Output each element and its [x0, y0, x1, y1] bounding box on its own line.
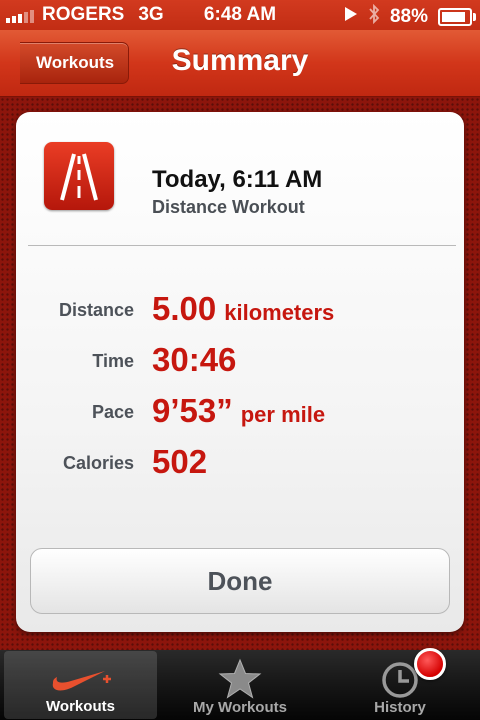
divider	[28, 245, 456, 246]
stat-row-calories: Calories 502	[16, 443, 464, 483]
stat-label: Distance	[58, 300, 134, 320]
stat-value: 502	[152, 443, 208, 480]
workout-type: Distance Workout	[152, 197, 305, 217]
workout-date-time: Today, 6:11 AM	[152, 166, 323, 193]
tab-bar: Workouts My Workouts History	[0, 650, 480, 720]
stat-value: 5.00 kilometers	[152, 290, 335, 327]
stat-unit: per mile	[240, 402, 326, 427]
summary-card: Today, 6:11 AM Distance Workout Distance…	[16, 112, 464, 632]
stat-row-distance: Distance 5.00 kilometers	[16, 290, 464, 330]
star-icon	[218, 658, 262, 705]
tab-workouts[interactable]: Workouts	[4, 651, 157, 719]
play-icon	[344, 6, 358, 28]
tab-label: Workouts	[46, 698, 115, 715]
status-time: 6:48 AM	[203, 4, 277, 25]
tab-label: History	[374, 699, 426, 716]
tab-label: My Workouts	[193, 699, 287, 716]
navigation-bar: Workouts Summary	[0, 30, 480, 97]
bluetooth-icon	[368, 3, 380, 30]
stat-row-pace: Pace 9’53” per mile	[16, 392, 464, 432]
tab-my-workouts[interactable]: My Workouts	[160, 650, 320, 720]
notification-badge	[414, 648, 446, 680]
status-bar: ROGERS 3G 6:48 AM 88%	[0, 0, 480, 30]
stat-row-time: Time 30:46	[16, 341, 464, 381]
stat-label: Time	[92, 351, 134, 371]
battery-icon	[438, 8, 476, 26]
battery-percent: 88%	[389, 6, 428, 27]
stat-label: Calories	[62, 453, 134, 473]
stat-value: 30:46	[152, 341, 237, 378]
tab-history[interactable]: History	[320, 650, 480, 720]
done-button[interactable]: Done	[30, 548, 450, 614]
stat-unit: kilometers	[224, 300, 335, 325]
nike-swoosh-icon	[49, 665, 113, 700]
stat-value: 9’53” per mile	[152, 392, 326, 429]
page-title: Summary	[171, 44, 309, 77]
stat-label: Pace	[91, 402, 134, 422]
road-icon	[44, 142, 114, 210]
